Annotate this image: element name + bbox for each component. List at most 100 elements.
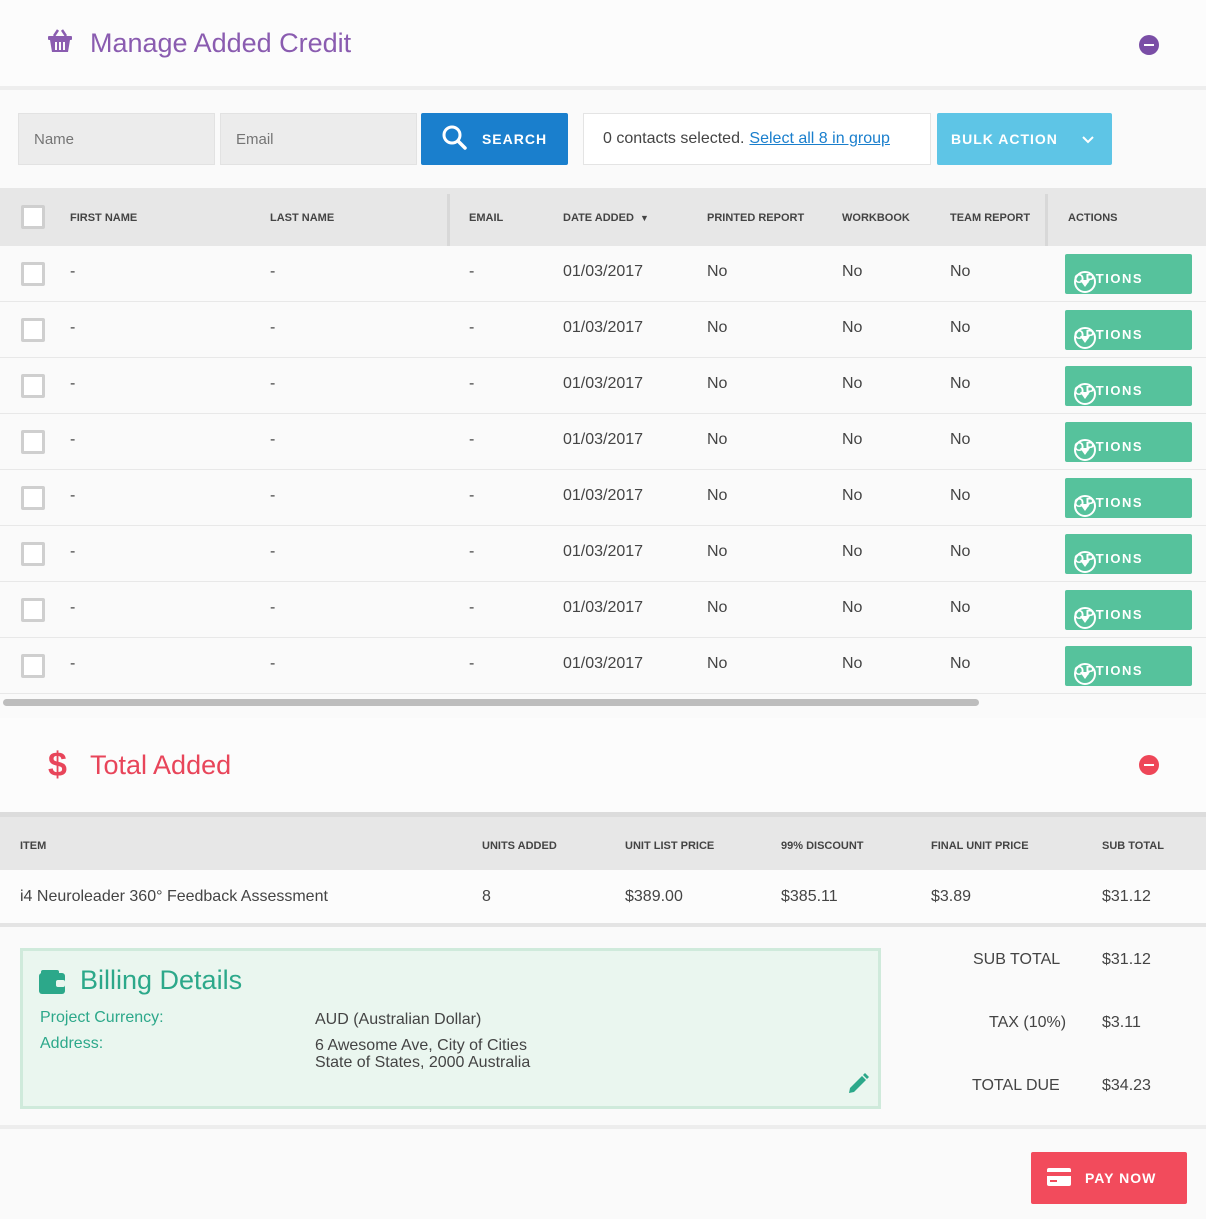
- total-added-section: $ Total Added ITEM UNITS ADDED UNIT LIST…: [0, 718, 1206, 927]
- options-button-label: OPTIONS: [1074, 551, 1144, 566]
- select-all-link[interactable]: Select all 8 in group: [749, 130, 890, 148]
- row-checkbox[interactable]: [21, 374, 45, 398]
- billing-details-panel: Billing Details Project Currency: AUD (A…: [20, 948, 881, 1109]
- selection-status: 0 contacts selected. Select all 8 in gro…: [583, 113, 931, 165]
- manage-credit-title: Manage Added Credit: [90, 27, 352, 58]
- table-row: - - - 01/03/2017 No No No OPTIONS: [0, 414, 1206, 470]
- collapse-manage-button[interactable]: [1139, 35, 1159, 55]
- email-cell: -: [469, 431, 475, 448]
- units-added-value: 8: [482, 888, 491, 905]
- options-button-label: OPTIONS: [1074, 495, 1144, 510]
- header-printed-report[interactable]: PRINTED REPORT: [707, 212, 804, 224]
- email-cell: -: [469, 655, 475, 672]
- options-button-label: OPTIONS: [1074, 663, 1144, 678]
- summary-sub-total-label: SUB TOTAL: [973, 951, 1061, 968]
- row-checkbox[interactable]: [21, 654, 45, 678]
- total-added-title: Total Added: [90, 749, 232, 780]
- date-added-cell: 01/03/2017: [563, 319, 644, 336]
- summary-tax-label: TAX (10%): [989, 1014, 1067, 1031]
- options-button[interactable]: OPTIONS: [1065, 478, 1192, 518]
- contacts-table-header: FIRST NAME LAST NAME EMAIL DATE ADDED ▼ …: [0, 188, 1206, 246]
- first-name-cell: -: [70, 375, 76, 392]
- email-cell: -: [469, 319, 475, 336]
- row-checkbox[interactable]: [21, 318, 45, 342]
- contacts-table-body: - - - 01/03/2017 No No No OPTIONS - - - 01/03/2017 N…: [0, 246, 1206, 694]
- select-all-checkbox[interactable]: [21, 205, 45, 229]
- row-checkbox[interactable]: [21, 486, 45, 510]
- first-name-cell: -: [70, 263, 76, 280]
- header-units-added: UNITS ADDED: [482, 840, 557, 852]
- search-button[interactable]: SEARCH: [421, 113, 568, 165]
- header-workbook[interactable]: WORKBOOK: [842, 212, 910, 224]
- pay-now-label: PAY NOW: [1085, 1170, 1157, 1186]
- pay-now-button[interactable]: PAY NOW: [1031, 1152, 1187, 1204]
- options-button-label: OPTIONS: [1074, 607, 1144, 622]
- email-cell: -: [469, 487, 475, 504]
- team-report-cell: No: [950, 375, 971, 392]
- table-row: - - - 01/03/2017 No No No OPTIONS: [0, 246, 1206, 302]
- last-name-cell: -: [270, 543, 276, 560]
- header-first-name[interactable]: FIRST NAME: [70, 212, 137, 224]
- options-button-label: OPTIONS: [1074, 439, 1144, 454]
- credit-card-icon: [1047, 1167, 1071, 1189]
- options-button[interactable]: OPTIONS: [1065, 310, 1192, 350]
- email-search-input[interactable]: [220, 113, 417, 165]
- billing-details-title: Billing Details: [80, 965, 243, 995]
- email-cell: -: [469, 263, 475, 280]
- options-button[interactable]: OPTIONS: [1065, 422, 1192, 462]
- workbook-cell: No: [842, 431, 863, 448]
- header-unit-list-price: UNIT LIST PRICE: [625, 840, 715, 852]
- table-row: - - - 01/03/2017 No No No OPTIONS: [0, 526, 1206, 582]
- options-button[interactable]: OPTIONS: [1065, 646, 1192, 686]
- date-added-cell: 01/03/2017: [563, 375, 644, 392]
- options-button[interactable]: OPTIONS: [1065, 254, 1192, 294]
- edit-pencil-icon[interactable]: [846, 1072, 870, 1101]
- horizontal-scrollbar[interactable]: [3, 699, 979, 706]
- header-date-added[interactable]: DATE ADDED ▼: [563, 212, 649, 224]
- first-name-cell: -: [70, 431, 76, 448]
- header-email[interactable]: EMAIL: [469, 212, 503, 224]
- row-checkbox[interactable]: [21, 262, 45, 286]
- address-line-1: 6 Awesome Ave, City of Cities: [315, 1037, 527, 1054]
- summary-total-due-label: TOTAL DUE: [972, 1077, 1060, 1094]
- date-added-cell: 01/03/2017: [563, 487, 644, 504]
- team-report-cell: No: [950, 319, 971, 336]
- header-item: ITEM: [20, 840, 47, 852]
- options-button[interactable]: OPTIONS: [1065, 366, 1192, 406]
- chevron-down-icon: [1082, 131, 1094, 147]
- first-name-cell: -: [70, 599, 76, 616]
- column-divider: [1045, 194, 1048, 246]
- workbook-cell: No: [842, 599, 863, 616]
- name-search-input[interactable]: [18, 113, 215, 165]
- date-added-cell: 01/03/2017: [563, 655, 644, 672]
- first-name-cell: -: [70, 487, 76, 504]
- first-name-cell: -: [70, 655, 76, 672]
- sub-total-value: $31.12: [1102, 888, 1151, 905]
- row-checkbox[interactable]: [21, 430, 45, 454]
- wallet-icon: [38, 969, 66, 1000]
- printed-report-cell: No: [707, 599, 728, 616]
- bulk-action-button[interactable]: BULK ACTION: [937, 113, 1112, 165]
- team-report-cell: No: [950, 487, 971, 504]
- options-button[interactable]: OPTIONS: [1065, 534, 1192, 574]
- total-table-header: ITEM UNITS ADDED UNIT LIST PRICE 99% DIS…: [0, 812, 1206, 870]
- printed-report-cell: No: [707, 487, 728, 504]
- dollar-icon: $: [48, 745, 67, 784]
- header-last-name[interactable]: LAST NAME: [270, 212, 334, 224]
- row-checkbox[interactable]: [21, 542, 45, 566]
- email-cell: -: [469, 599, 475, 616]
- collapse-total-button[interactable]: [1139, 755, 1159, 775]
- workbook-cell: No: [842, 263, 863, 280]
- header-sub-total: SUB TOTAL: [1102, 840, 1164, 852]
- date-added-cell: 01/03/2017: [563, 543, 644, 560]
- basket-icon: [46, 28, 74, 59]
- workbook-cell: No: [842, 543, 863, 560]
- options-button-label: OPTIONS: [1074, 271, 1144, 286]
- row-checkbox[interactable]: [21, 598, 45, 622]
- options-button[interactable]: OPTIONS: [1065, 590, 1192, 630]
- column-divider: [447, 194, 450, 246]
- bulk-action-label: BULK ACTION: [951, 131, 1058, 147]
- total-table-row: i4 Neuroleader 360° Feedback Assessment …: [0, 870, 1206, 927]
- printed-report-cell: No: [707, 655, 728, 672]
- header-team-report[interactable]: TEAM REPORT: [950, 212, 1030, 224]
